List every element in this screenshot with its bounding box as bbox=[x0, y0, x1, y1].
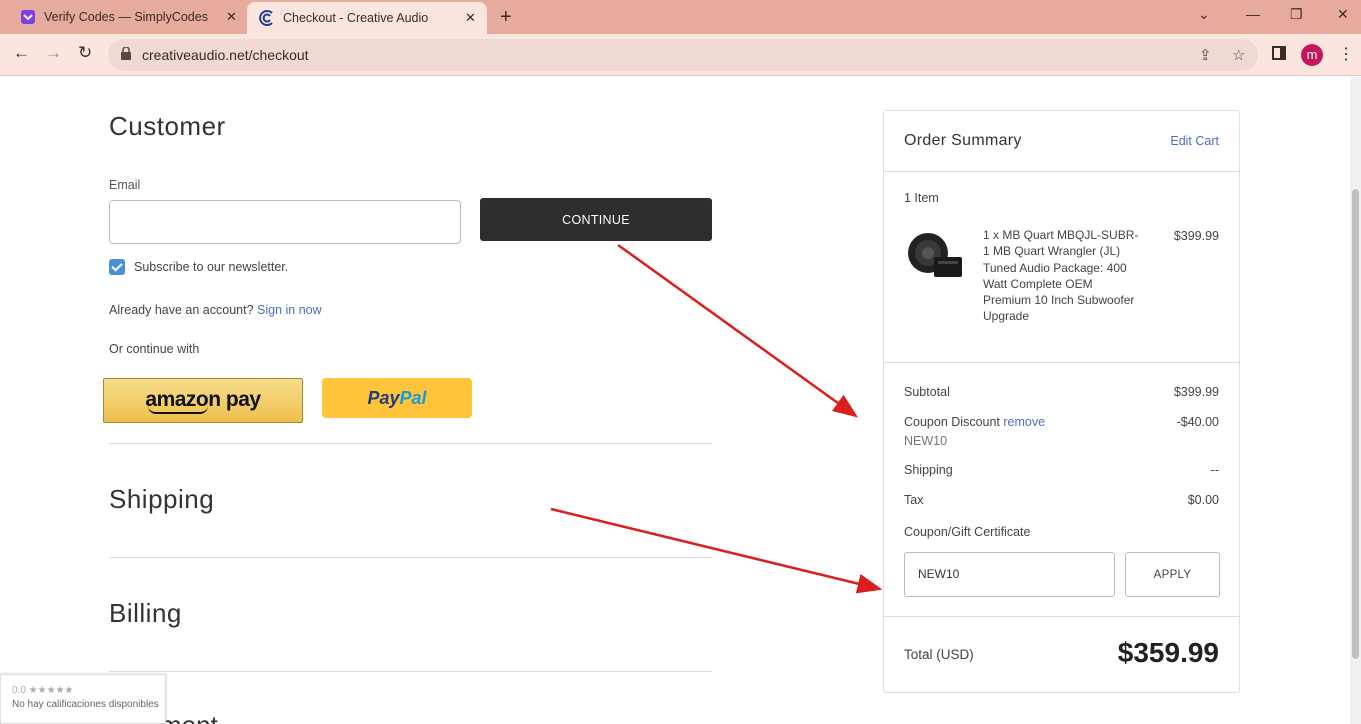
annotation-arrow-to-discount bbox=[617, 243, 859, 418]
tax-label: Tax bbox=[904, 493, 924, 507]
email-field[interactable] bbox=[109, 200, 461, 244]
browser-tab-bar: Verify Codes — SimplyCodes ✕ Checkout - … bbox=[0, 0, 1361, 34]
newsletter-label: Subscribe to our newsletter. bbox=[134, 260, 289, 274]
order-summary-title: Order Summary bbox=[904, 132, 1022, 149]
subtotal-value: $399.99 bbox=[1173, 385, 1219, 399]
close-tab-icon[interactable]: ✕ bbox=[226, 9, 237, 25]
customer-heading: Customer bbox=[109, 111, 226, 141]
address-bar[interactable]: creativeaudio.net/checkout ⇪ ☆ bbox=[108, 39, 1258, 71]
reload-icon[interactable]: ↻ bbox=[78, 43, 92, 63]
shipping-label: Shipping bbox=[904, 463, 953, 477]
profile-avatar[interactable]: m bbox=[1301, 44, 1323, 66]
amazon-pay-button[interactable]: amazon pay bbox=[103, 378, 303, 423]
tax-value: $0.00 bbox=[1187, 493, 1219, 507]
continue-button[interactable]: CONTINUE bbox=[480, 198, 712, 241]
minimize-icon[interactable]: — bbox=[1246, 6, 1260, 22]
paypal-label-pal: Pal bbox=[399, 387, 427, 408]
order-summary: Order Summary Edit Cart 1 Item 1 x MB Qu… bbox=[883, 110, 1240, 693]
tab-search-chevron-icon[interactable]: ⌄ bbox=[1198, 6, 1210, 23]
divider bbox=[884, 362, 1239, 363]
tab-title: Verify Codes — SimplyCodes bbox=[44, 10, 208, 24]
divider bbox=[884, 171, 1239, 172]
bookmark-star-icon[interactable]: ☆ bbox=[1232, 46, 1245, 64]
payment-heading: ment bbox=[160, 710, 218, 724]
paypal-label-pay: Pay bbox=[367, 387, 400, 408]
scrollbar-thumb[interactable] bbox=[1352, 189, 1359, 659]
new-tab-icon[interactable]: + bbox=[500, 6, 512, 29]
coupon-code-input[interactable]: NEW10 bbox=[904, 552, 1115, 597]
browser-toolbar: ← → ↻ creativeaudio.net/checkout ⇪ ☆ m ⋮ bbox=[0, 34, 1361, 76]
tab-checkout[interactable]: Checkout - Creative Audio ✕ bbox=[247, 2, 487, 34]
billing-heading[interactable]: Billing bbox=[109, 598, 182, 629]
back-arrow-icon[interactable]: ← bbox=[13, 43, 30, 63]
amazon-smile-icon bbox=[148, 406, 208, 414]
apply-coupon-button[interactable]: APPLY bbox=[1125, 552, 1220, 597]
item-count: 1 Item bbox=[904, 191, 939, 205]
close-tab-icon[interactable]: ✕ bbox=[465, 10, 476, 26]
share-icon[interactable]: ⇪ bbox=[1199, 46, 1212, 64]
divider bbox=[884, 616, 1239, 617]
shipping-heading[interactable]: Shipping bbox=[109, 484, 214, 515]
creative-audio-favicon-icon bbox=[259, 10, 275, 26]
divider bbox=[109, 671, 712, 672]
coupon-discount-text: Coupon Discount bbox=[904, 415, 1000, 429]
url-text: creativeaudio.net/checkout bbox=[142, 47, 309, 63]
rating-score: 0.0 ★★★★★ bbox=[12, 685, 74, 696]
subtotal-label: Subtotal bbox=[904, 385, 950, 399]
simplycodes-favicon-icon bbox=[20, 9, 36, 25]
divider bbox=[109, 557, 712, 558]
annotation-arrow-to-coupon bbox=[550, 507, 883, 594]
continue-with-label: Or continue with bbox=[109, 342, 200, 356]
total-label: Total (USD) bbox=[904, 647, 974, 662]
total-value: $359.99 bbox=[1117, 637, 1219, 668]
side-panel-icon[interactable] bbox=[1272, 46, 1286, 60]
shipping-value: -- bbox=[1210, 463, 1219, 477]
restore-icon[interactable]: ❐ bbox=[1290, 6, 1303, 23]
browser-menu-icon[interactable]: ⋮ bbox=[1338, 44, 1354, 64]
checkout-page: Customer Email CONTINUE Subscribe to our… bbox=[0, 77, 1361, 724]
tab-simplycodes[interactable]: Verify Codes — SimplyCodes ✕ bbox=[0, 0, 246, 34]
coupon-discount-label: Coupon Discount remove bbox=[904, 415, 1045, 429]
sign-in-link[interactable]: Sign in now bbox=[257, 303, 322, 317]
newsletter-checkbox[interactable] bbox=[109, 259, 125, 275]
forward-arrow-icon[interactable]: → bbox=[45, 43, 62, 63]
subwoofer-product-image bbox=[906, 231, 962, 281]
product-name: 1 x MB Quart MBQJL-SUBR-1 MB Quart Wrang… bbox=[983, 228, 1139, 324]
applied-coupon-code: NEW10 bbox=[904, 434, 948, 448]
tab-title: Checkout - Creative Audio bbox=[283, 11, 429, 25]
gift-certificate-label: Coupon/Gift Certificate bbox=[904, 525, 1031, 539]
close-window-icon[interactable]: ✕ bbox=[1337, 6, 1349, 23]
account-prompt-text: Already have an account? bbox=[109, 303, 254, 317]
rating-text: No hay calificaciones disponibles bbox=[12, 699, 159, 710]
paypal-button[interactable]: Pay Pal bbox=[322, 378, 472, 418]
divider bbox=[109, 443, 712, 444]
rating-badge[interactable]: 0.0 ★★★★★ No hay calificaciones disponib… bbox=[0, 674, 166, 724]
page-scrollbar[interactable] bbox=[1350, 77, 1361, 724]
product-price: $399.99 bbox=[1173, 229, 1219, 243]
lock-icon bbox=[121, 46, 131, 60]
account-prompt: Already have an account? Sign in now bbox=[109, 303, 322, 317]
email-label: Email bbox=[109, 178, 141, 192]
edit-cart-link[interactable]: Edit Cart bbox=[1170, 134, 1219, 148]
remove-coupon-link[interactable]: remove bbox=[1003, 415, 1045, 429]
coupon-discount-value: -$40.00 bbox=[1176, 415, 1219, 429]
